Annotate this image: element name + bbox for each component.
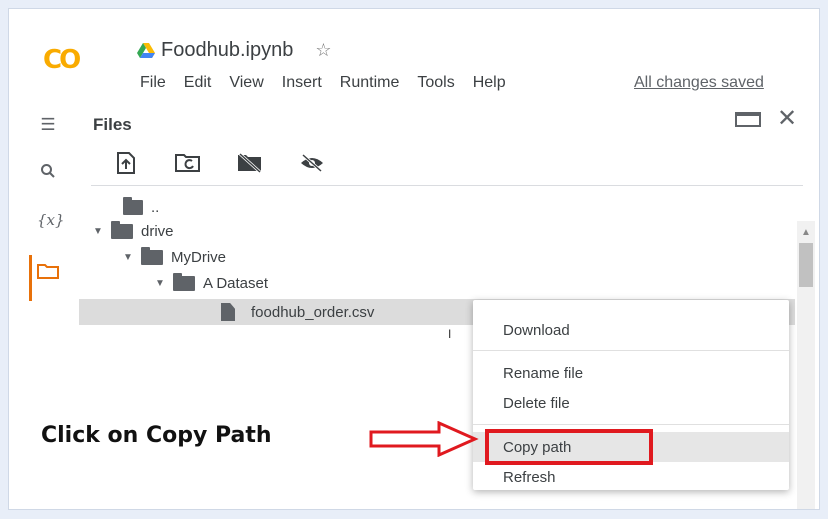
folder-icon[interactable]: [37, 263, 59, 285]
menu-bar: File Edit View Insert Runtime Tools Help: [131, 74, 515, 92]
menu-edit[interactable]: Edit: [175, 74, 221, 92]
files-tab-active-indicator: [29, 255, 32, 301]
menu-item-refresh[interactable]: Refresh: [503, 469, 556, 486]
upload-file-icon[interactable]: [113, 151, 139, 175]
files-panel-title: Files: [93, 115, 132, 134]
menu-divider: [473, 350, 789, 351]
logo-text: CO: [43, 45, 81, 75]
file-icon: [221, 303, 235, 321]
tree-item-label: ..: [151, 198, 160, 216]
colab-logo[interactable]: CO: [43, 45, 81, 75]
table-of-contents-icon[interactable]: ☰: [37, 115, 59, 137]
colab-window: CO Foodhub.ipynb ☆ File Edit View Insert…: [8, 8, 820, 510]
menu-divider: [473, 424, 789, 425]
tree-item-dataset[interactable]: ▼ A Dataset: [155, 271, 268, 295]
tree-item-drive[interactable]: ▼ drive: [93, 219, 174, 243]
variables-icon[interactable]: {x}: [37, 211, 65, 233]
menu-item-download[interactable]: Download: [503, 322, 570, 339]
menu-item-rename[interactable]: Rename file: [503, 365, 583, 382]
tree-item-label: MyDrive: [171, 248, 226, 266]
folder-icon: [141, 246, 163, 265]
hide-visibility-icon[interactable]: [299, 151, 325, 175]
folder-icon: [173, 272, 195, 291]
star-icon[interactable]: ☆: [315, 40, 331, 61]
toolbar-divider: [91, 185, 803, 186]
tree-item-mydrive[interactable]: ▼ MyDrive: [123, 245, 226, 269]
text-cursor-icon: I: [448, 327, 452, 341]
annotation-label: Click on Copy Path: [41, 423, 272, 448]
chevron-down-icon[interactable]: ▼: [93, 226, 103, 237]
scrollbar[interactable]: ▲: [797, 221, 815, 509]
menu-runtime[interactable]: Runtime: [331, 74, 409, 92]
left-activity-bar: ☰ {x}: [9, 107, 69, 327]
tree-item-file[interactable]: foodhub_order.csv: [221, 300, 374, 324]
chevron-down-icon[interactable]: ▼: [155, 278, 165, 289]
menu-tools[interactable]: Tools: [408, 74, 463, 92]
annotation-arrow-icon: [369, 420, 479, 462]
unmount-drive-icon[interactable]: [237, 151, 263, 175]
menu-view[interactable]: View: [220, 74, 272, 92]
tree-item-label: A Dataset: [203, 274, 269, 292]
menu-insert[interactable]: Insert: [273, 74, 331, 92]
scrollbar-thumb[interactable]: [799, 243, 813, 287]
refresh-folder-icon[interactable]: [175, 151, 201, 175]
search-icon[interactable]: [37, 163, 59, 185]
save-status-link[interactable]: All changes saved: [634, 74, 764, 92]
folder-icon: [111, 220, 133, 239]
scroll-up-icon[interactable]: ▲: [797, 227, 815, 238]
tree-item-label: foodhub_order.csv: [251, 303, 375, 321]
menu-file[interactable]: File: [131, 74, 175, 92]
annotation-highlight-box: [485, 429, 653, 465]
menu-item-delete[interactable]: Delete file: [503, 395, 570, 412]
parent-folder-icon: [123, 196, 143, 215]
panel-controls: ✕: [735, 107, 797, 131]
chevron-down-icon[interactable]: ▼: [123, 252, 133, 263]
tree-item-parent[interactable]: ..: [123, 195, 159, 219]
close-icon[interactable]: ✕: [777, 107, 797, 131]
menu-help[interactable]: Help: [464, 74, 515, 92]
context-menu: Download Rename file Delete file Copy pa…: [473, 300, 789, 490]
notebook-title-row: Foodhub.ipynb ☆: [137, 39, 331, 62]
notebook-title[interactable]: Foodhub.ipynb: [161, 39, 293, 62]
open-in-tab-icon[interactable]: [735, 111, 761, 127]
google-drive-icon: [137, 42, 155, 59]
files-toolbar: [113, 151, 325, 175]
tree-item-label: drive: [141, 222, 174, 240]
